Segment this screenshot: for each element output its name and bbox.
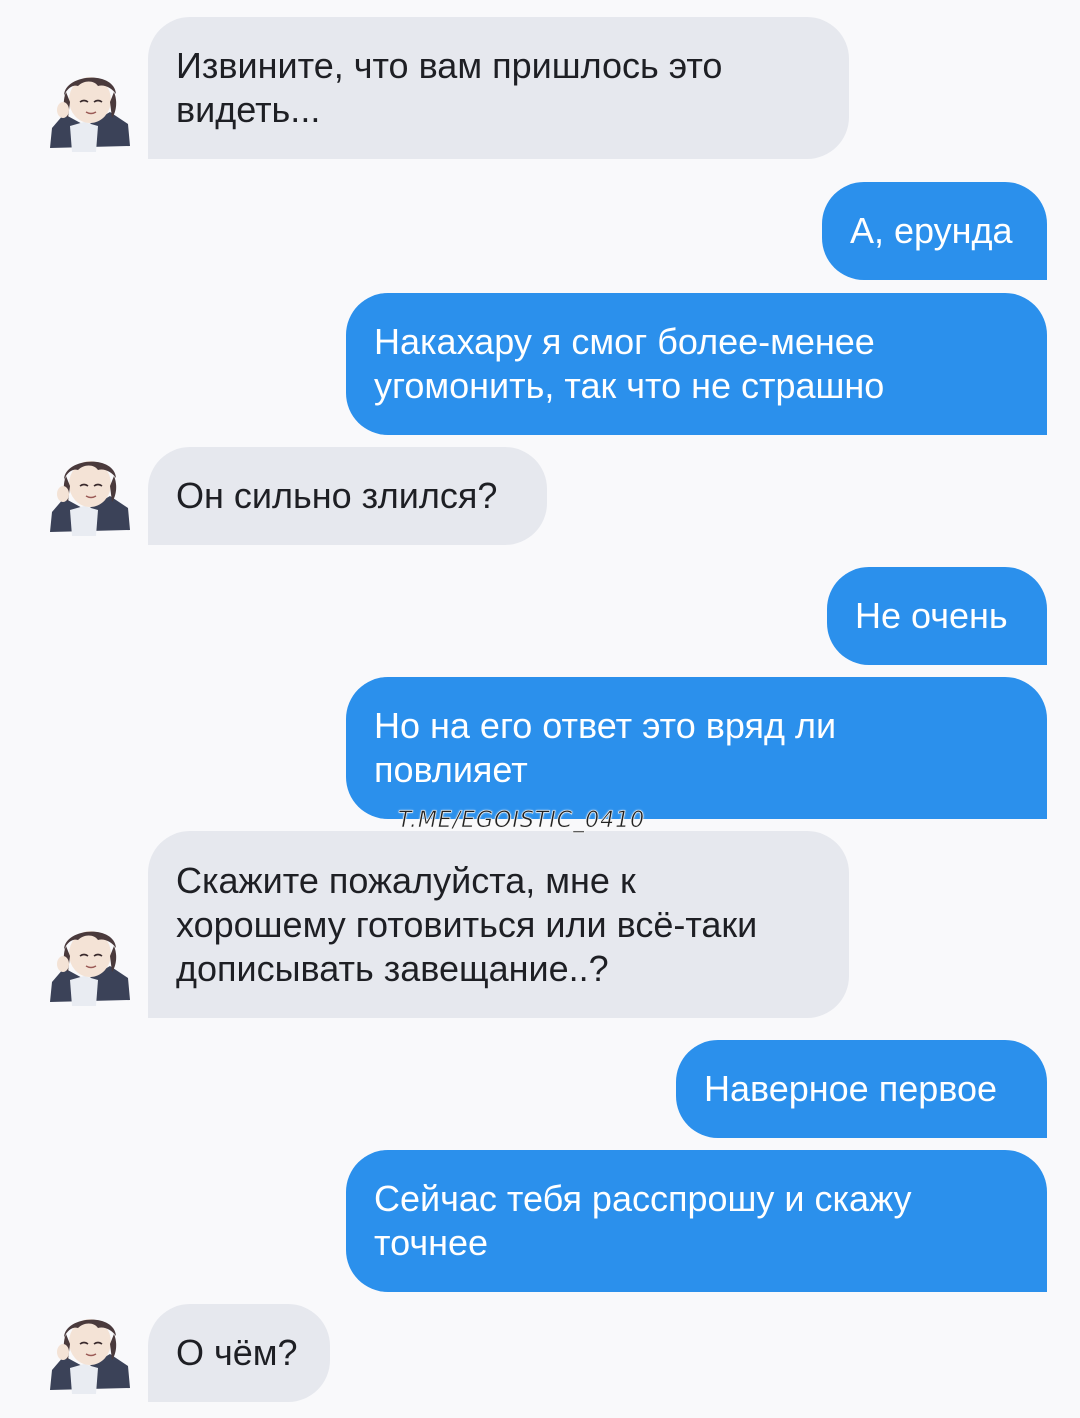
avatar[interactable] — [46, 66, 132, 152]
message-bubble-outgoing[interactable]: Наверное первое — [676, 1040, 1047, 1138]
message-bubble-outgoing[interactable]: Накахару я смог более-менее угомонить, т… — [346, 293, 1047, 435]
message-bubble-outgoing[interactable]: А, ерунда — [822, 182, 1047, 280]
avatar-icon — [50, 461, 130, 536]
message-bubble-incoming[interactable]: О чём? — [148, 1304, 330, 1402]
message-bubble-outgoing[interactable]: Не очень — [827, 567, 1047, 665]
avatar-icon — [50, 77, 130, 152]
message-bubble-incoming[interactable]: Извините, что вам пришлось это видеть... — [148, 17, 849, 159]
message-bubble-incoming[interactable]: Он сильно злился? — [148, 447, 547, 545]
avatar[interactable] — [46, 920, 132, 1006]
avatar-icon — [50, 1319, 130, 1394]
avatar-icon — [50, 931, 130, 1006]
message-bubble-incoming[interactable]: Скажите пожалуйста, мне к хорошему готов… — [148, 831, 849, 1018]
message-bubble-outgoing[interactable]: Но на его ответ это вряд ли повлияет — [346, 677, 1047, 819]
avatar[interactable] — [46, 450, 132, 536]
message-bubble-outgoing[interactable]: Сейчас тебя расспрошу и скажу точнее — [346, 1150, 1047, 1292]
avatar[interactable] — [46, 1308, 132, 1394]
watermark-text: T.ME/EGOISTIC_0410 — [398, 808, 646, 834]
